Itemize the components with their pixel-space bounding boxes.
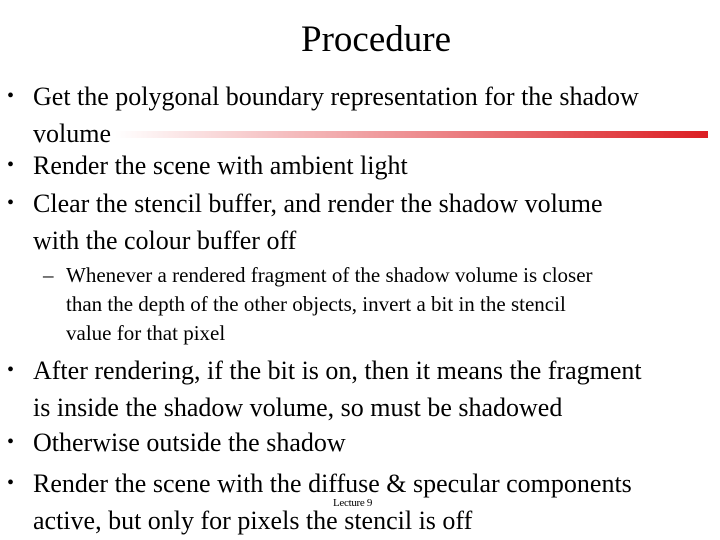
bullet-dot-icon: • (7, 154, 15, 176)
bullet-dot-icon: • (7, 431, 15, 453)
bullet-dot-icon: • (7, 472, 15, 494)
sub-bullet-text: Whenever a rendered fragment of the shad… (66, 263, 593, 345)
bullet-text: Otherwise outside the shadow (33, 428, 346, 457)
bullet-dot-icon: • (7, 359, 15, 381)
bullet-dot-icon: • (7, 85, 15, 107)
bullet-text: Clear the stencil buffer, and render the… (33, 189, 603, 255)
bullet-text: After rendering, if the bit is on, then … (33, 356, 642, 422)
slide-title: Procedure (301, 19, 451, 60)
bullet-text: Get the polygonal boundary representatio… (33, 82, 639, 148)
slide-footer: Lecture 9 (333, 497, 373, 509)
bullet-dot-icon: • (7, 192, 15, 214)
bullet-text: Render the scene with ambient light (33, 151, 408, 180)
dash-icon: – (43, 263, 54, 287)
